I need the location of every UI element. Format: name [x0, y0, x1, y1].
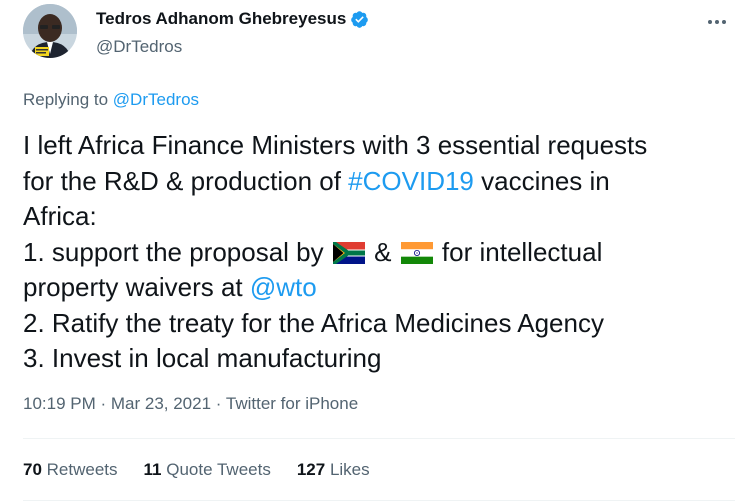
tweet-source-app[interactable]: Twitter for iPhone — [226, 394, 358, 413]
replying-handle-link[interactable]: @DrTedros — [113, 90, 199, 109]
quote-tweets-label: Quote Tweets — [166, 460, 271, 479]
mention-link[interactable]: @wto — [250, 272, 317, 302]
author-handle[interactable]: @DrTedros — [96, 37, 182, 57]
tweet-line-2-post: vaccines in — [473, 165, 610, 196]
tweet-line-7: 3. Invest in local manufacturing — [23, 343, 382, 373]
tweet-line-2: for the R&D & production of #COVID19 vac… — [23, 164, 735, 200]
tweet-text: I left Africa Finance Ministers with 3 e… — [23, 128, 735, 377]
meta-separator: · — [95, 394, 111, 413]
tweet-line-4-post: for intellectual — [441, 236, 603, 267]
tweet-line-2-pre: for the R&D & production of — [23, 165, 349, 196]
divider — [23, 500, 735, 501]
retweets-count: 70 — [23, 460, 42, 479]
tweet-line-4-pre: 1. support the proposal by — [23, 236, 324, 267]
author-name-row[interactable]: Tedros Adhanom Ghebreyesus — [96, 9, 369, 29]
quote-tweets-count: 11 — [143, 460, 162, 479]
likes-label: Likes — [329, 460, 370, 479]
replying-to: Replying to @DrTedros — [23, 90, 199, 110]
tweet-card: Tedros Adhanom Ghebreyesus @DrTedros Rep… — [0, 0, 752, 502]
retweets-stat[interactable]: 70 Retweets — [23, 460, 118, 480]
verified-badge-icon — [351, 10, 369, 28]
tweet-line-5-pre: property waivers at — [23, 272, 250, 302]
tweet-line-4: 1. support the proposal by & for intelle… — [23, 235, 735, 271]
replying-prefix: Replying to — [23, 90, 109, 109]
tweet-meta: 10:19 PM · Mar 23, 2021 · Twitter for iP… — [23, 394, 358, 414]
more-dots-icon — [708, 20, 726, 24]
tweet-stats: 70 Retweets 11 Quote Tweets 127 Likes — [23, 460, 396, 480]
hashtag-link[interactable]: #COVID19 — [348, 166, 474, 196]
author-name[interactable]: Tedros Adhanom Ghebreyesus — [96, 9, 346, 29]
divider — [23, 438, 735, 439]
tweet-line-6: 2. Ratify the treaty for the Africa Medi… — [23, 307, 604, 338]
meta-separator: · — [211, 394, 226, 413]
profile-photo-icon — [23, 4, 77, 58]
quote-tweets-stat[interactable]: 11 Quote Tweets — [144, 460, 271, 480]
south-africa-flag-icon — [332, 241, 365, 264]
more-options-button[interactable] — [704, 12, 730, 32]
tweet-time[interactable]: 10:19 PM — [23, 394, 96, 413]
retweets-label: Retweets — [46, 460, 118, 479]
avatar[interactable] — [23, 4, 77, 58]
tweet-line-3: Africa: — [23, 201, 97, 231]
india-flag-icon — [400, 241, 433, 264]
tweet-line-5: property waivers at @wto — [23, 270, 735, 306]
tweet-line-1: I left Africa Finance Ministers with 3 e… — [23, 130, 648, 160]
tweet-date[interactable]: Mar 23, 2021 — [111, 394, 211, 413]
likes-stat[interactable]: 127 Likes — [297, 460, 370, 480]
likes-count: 127 — [296, 460, 326, 479]
tweet-line-4-mid: & — [374, 236, 392, 267]
